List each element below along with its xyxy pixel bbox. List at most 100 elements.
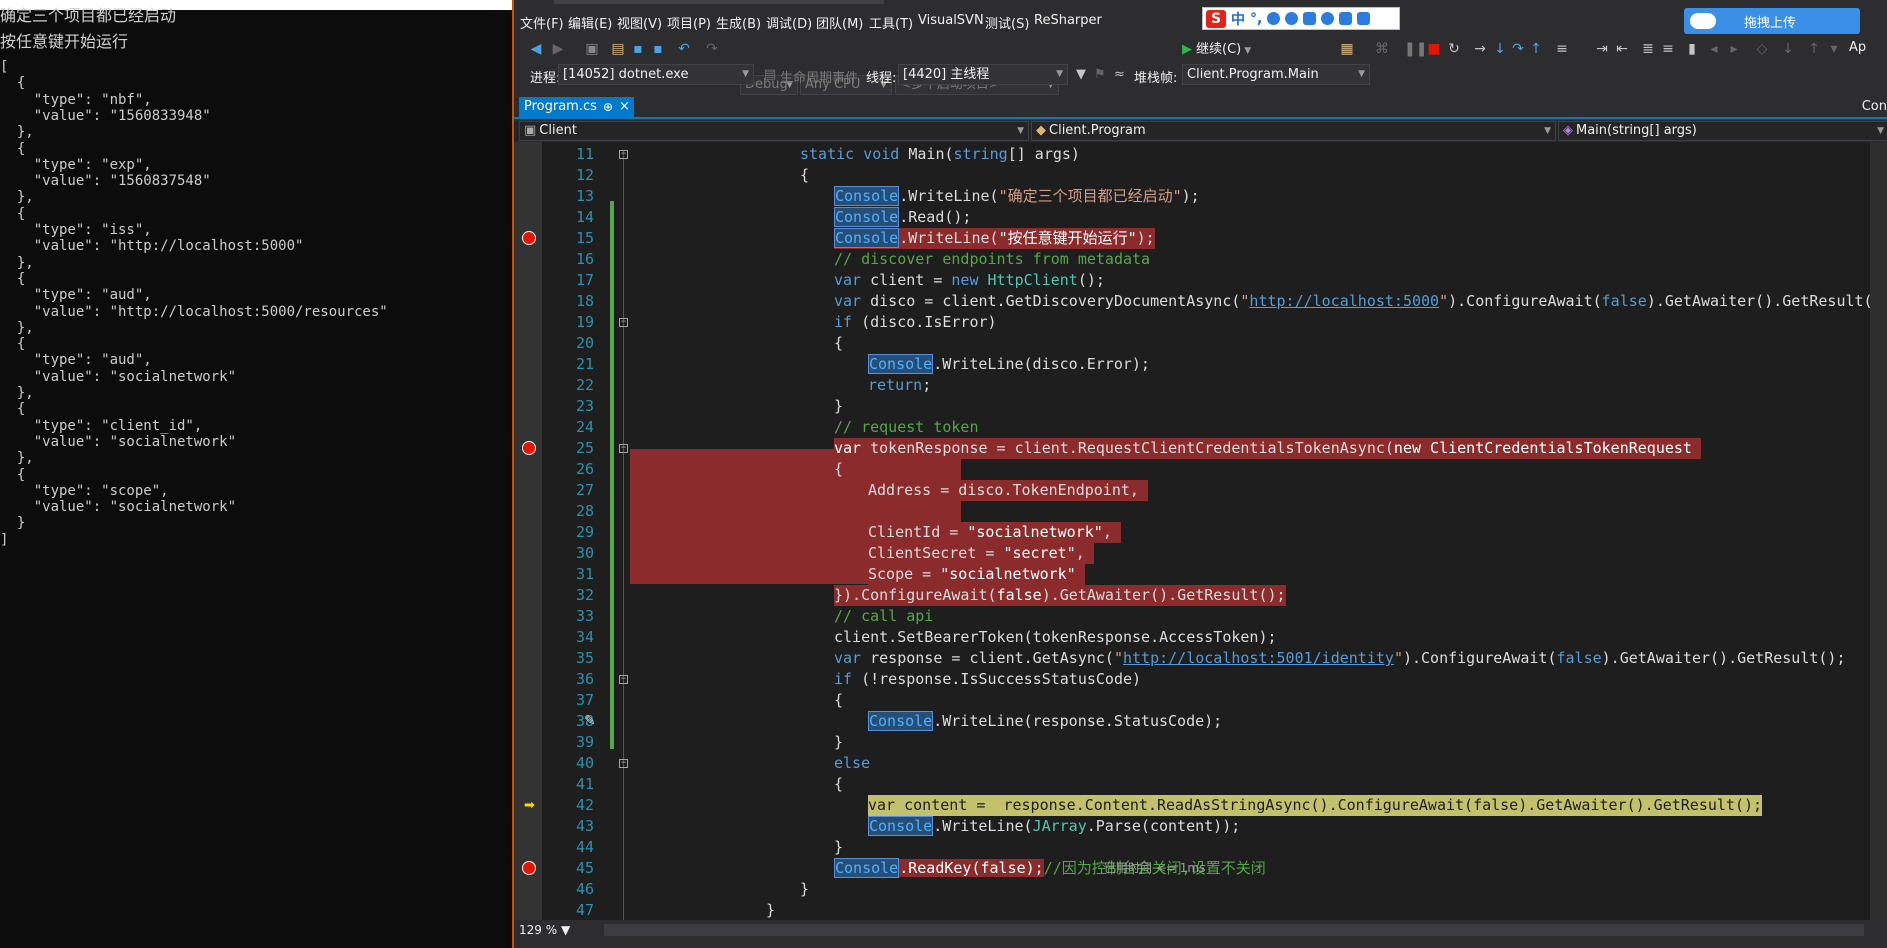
code-text[interactable]: var response = client.GetAsync("http://l… bbox=[834, 648, 1846, 669]
code-text[interactable]: } bbox=[766, 900, 775, 920]
code-line[interactable]: 23} bbox=[514, 396, 1887, 417]
code-text[interactable]: return; bbox=[868, 375, 931, 396]
code-text[interactable]: { bbox=[800, 165, 809, 186]
code-text[interactable]: else bbox=[834, 753, 870, 774]
code-line[interactable]: 47} bbox=[514, 900, 1887, 920]
code-editor[interactable]: 11 − static void Main(string[] args) 12 {13 C… bbox=[514, 142, 1887, 920]
code-line[interactable]: 29 ClientId = "socialnetwork", bbox=[514, 522, 1887, 543]
code-line[interactable]: 41 { bbox=[514, 774, 1887, 795]
code-text[interactable]: Console.WriteLine(response.StatusCode); bbox=[868, 711, 1222, 732]
code-text[interactable]: if (!response.IsSuccessStatusCode) bbox=[834, 669, 1141, 690]
collapse-region-icon[interactable]: − bbox=[619, 318, 628, 327]
code-line[interactable]: 40 − else bbox=[514, 753, 1887, 774]
code-line[interactable]: 45 Console.ReadKey(false);//因为控制台会关闭,设置不关… bbox=[514, 858, 1887, 879]
menu-edit[interactable]: 编辑(E) bbox=[568, 13, 612, 32]
flag-icon[interactable]: ⚑ bbox=[1094, 67, 1106, 82]
comment-icon[interactable]: ≣ bbox=[1640, 41, 1656, 57]
code-text[interactable]: // call api bbox=[834, 606, 933, 627]
stop-icon[interactable]: ■ bbox=[1426, 41, 1442, 57]
code-line[interactable]: 18 var disco = client.GetDiscoveryDocumen… bbox=[514, 291, 1887, 312]
breakpoint-icon[interactable] bbox=[522, 441, 536, 455]
pause-icon[interactable]: ❚❚ bbox=[1404, 41, 1427, 57]
code-line[interactable]: 17 var client = new HttpClient(); bbox=[514, 270, 1887, 291]
code-line[interactable]: 27 Address = disco.TokenEndpoint, bbox=[514, 480, 1887, 501]
tab-program-cs[interactable]: Program.cs ⊕ × bbox=[519, 97, 634, 117]
continue-button[interactable]: ▶ 继续(C) ▼ bbox=[1182, 38, 1251, 57]
collapse-region-icon[interactable]: − bbox=[619, 444, 628, 453]
code-line[interactable]: 22 return; bbox=[514, 375, 1887, 396]
code-text[interactable]: { bbox=[834, 774, 843, 795]
ime-punctuation[interactable]: °, bbox=[1250, 11, 1262, 27]
overflow-icon[interactable]: ▾ bbox=[1826, 41, 1842, 57]
console-window[interactable]: 确定三个项目都已经启动 按任意键开始运行 [ { "type": "nbf", … bbox=[0, 0, 512, 948]
code-text[interactable]: }).ConfigureAwait(false).GetAwaiter().Ge… bbox=[834, 585, 1286, 606]
code-line[interactable]: 24 // request token bbox=[514, 417, 1887, 438]
code-text[interactable]: var disco = client.GetDiscoveryDocumentA… bbox=[834, 291, 1887, 312]
code-text[interactable]: } bbox=[834, 837, 843, 858]
stack-frame-select[interactable]: Client.Program.Main ▼ bbox=[1182, 64, 1370, 85]
arrow-down-icon[interactable]: ↓ bbox=[1780, 41, 1796, 57]
zoom-level[interactable]: 129 % ▼ bbox=[519, 923, 570, 937]
code-line[interactable]: 25 − var tokenResponse = client.RequestCli… bbox=[514, 438, 1887, 459]
hex-icon[interactable]: ⌘ bbox=[1374, 41, 1390, 57]
code-text[interactable]: Console.WriteLine("确定三个项目都已经启动"); bbox=[834, 186, 1200, 207]
tab-overflow-label[interactable]: Con bbox=[1862, 99, 1887, 114]
code-line[interactable]: 31 Scope = "socialnetwork" bbox=[514, 564, 1887, 585]
arrow-up-icon[interactable]: ↑ bbox=[1806, 41, 1822, 57]
code-text[interactable]: Console.WriteLine("按任意键开始运行"); bbox=[834, 228, 1155, 249]
microphone-icon[interactable] bbox=[1285, 12, 1299, 25]
menu-build[interactable]: 生成(B) bbox=[716, 13, 761, 32]
menu-visualsvn[interactable]: VisualSVN bbox=[918, 13, 984, 28]
filter-icon[interactable]: ▼ bbox=[1076, 67, 1086, 82]
redo-icon[interactable]: ↷ bbox=[704, 41, 720, 57]
code-text[interactable]: Address = disco.TokenEndpoint, bbox=[868, 480, 1148, 501]
pin-icon[interactable]: ⊕ bbox=[603, 97, 613, 117]
lifecycle-events-button[interactable]: 生命周期事件 bbox=[780, 67, 858, 86]
restart-icon[interactable]: ↻ bbox=[1446, 41, 1462, 57]
code-text[interactable]: client.SetBearerToken(tokenResponse.Acce… bbox=[834, 627, 1277, 648]
collapse-region-icon[interactable]: − bbox=[619, 150, 628, 159]
code-line[interactable]: 38 ✎ Console.WriteLine(response.StatusCode… bbox=[514, 711, 1887, 732]
menu-view[interactable]: 视图(V) bbox=[617, 13, 662, 32]
bookmark-icon[interactable]: ▮ bbox=[1684, 41, 1700, 57]
ime-chinese-mode[interactable]: 中 bbox=[1231, 9, 1245, 29]
next-bookmark-icon[interactable]: ▸ bbox=[1726, 41, 1742, 57]
code-text[interactable]: } bbox=[834, 396, 843, 417]
collapse-region-icon[interactable]: − bbox=[619, 675, 628, 684]
code-line[interactable]: 44} bbox=[514, 837, 1887, 858]
lifecycle-icon[interactable]: ▤ bbox=[764, 67, 776, 82]
navigate-forward-icon[interactable]: ▶ bbox=[550, 41, 566, 57]
code-text[interactable]: { bbox=[834, 333, 843, 354]
toolbar-overflow-label[interactable]: Ap bbox=[1849, 40, 1866, 55]
code-text[interactable]: Console.WriteLine(disco.Error); bbox=[868, 354, 1150, 375]
skin-shirt-icon[interactable] bbox=[1339, 12, 1353, 25]
vertical-scrollbar[interactable] bbox=[1870, 142, 1887, 920]
code-text[interactable]: { bbox=[834, 459, 844, 480]
code-line[interactable]: 36 − if (!response.IsSuccessStatusCode) bbox=[514, 669, 1887, 690]
code-line[interactable]: 21 Console.WriteLine(disco.Error); bbox=[514, 354, 1887, 375]
grid-menu-icon[interactable] bbox=[1357, 12, 1371, 25]
menu-test[interactable]: 测试(S) bbox=[985, 13, 1029, 32]
current-statement-arrow-icon[interactable]: ➡ bbox=[524, 799, 535, 812]
code-text[interactable]: } bbox=[834, 732, 843, 753]
code-line[interactable]: 30 ClientSecret = "secret", bbox=[514, 543, 1887, 564]
code-text[interactable]: Console.WriteLine(JArray.Parse(content))… bbox=[868, 816, 1240, 837]
code-line[interactable]: 46} bbox=[514, 879, 1887, 900]
thread-select[interactable]: [4420] 主线程 ▼ bbox=[898, 64, 1068, 85]
save-all-icon[interactable]: ▪ bbox=[650, 41, 666, 57]
perf-tip[interactable]: 已用时间 <= 1ms bbox=[1104, 858, 1205, 879]
step-over-icon[interactable]: ↷ bbox=[1510, 41, 1526, 57]
indent-icon[interactable]: ⇥ bbox=[1594, 41, 1610, 57]
class-nav-dropdown[interactable]: ◆ Client.Program ▼ bbox=[1031, 121, 1556, 141]
clear-bookmarks-icon[interactable]: ◇ bbox=[1754, 41, 1770, 57]
uncomment-icon[interactable]: ≡ bbox=[1660, 41, 1676, 57]
tool-icon[interactable]: ▦ bbox=[1339, 41, 1355, 57]
code-line[interactable]: 39} bbox=[514, 732, 1887, 753]
code-line[interactable]: 35 var response = client.GetAsync("http:/… bbox=[514, 648, 1887, 669]
code-line[interactable]: 16 // discover endpoints from metadata bbox=[514, 249, 1887, 270]
menu-resharper[interactable]: ReSharper bbox=[1034, 13, 1102, 28]
close-icon[interactable]: × bbox=[619, 97, 630, 117]
code-text[interactable]: if (disco.IsError) bbox=[834, 312, 997, 333]
step-into-icon[interactable]: ↓ bbox=[1492, 41, 1508, 57]
breakpoint-icon[interactable] bbox=[522, 231, 536, 245]
